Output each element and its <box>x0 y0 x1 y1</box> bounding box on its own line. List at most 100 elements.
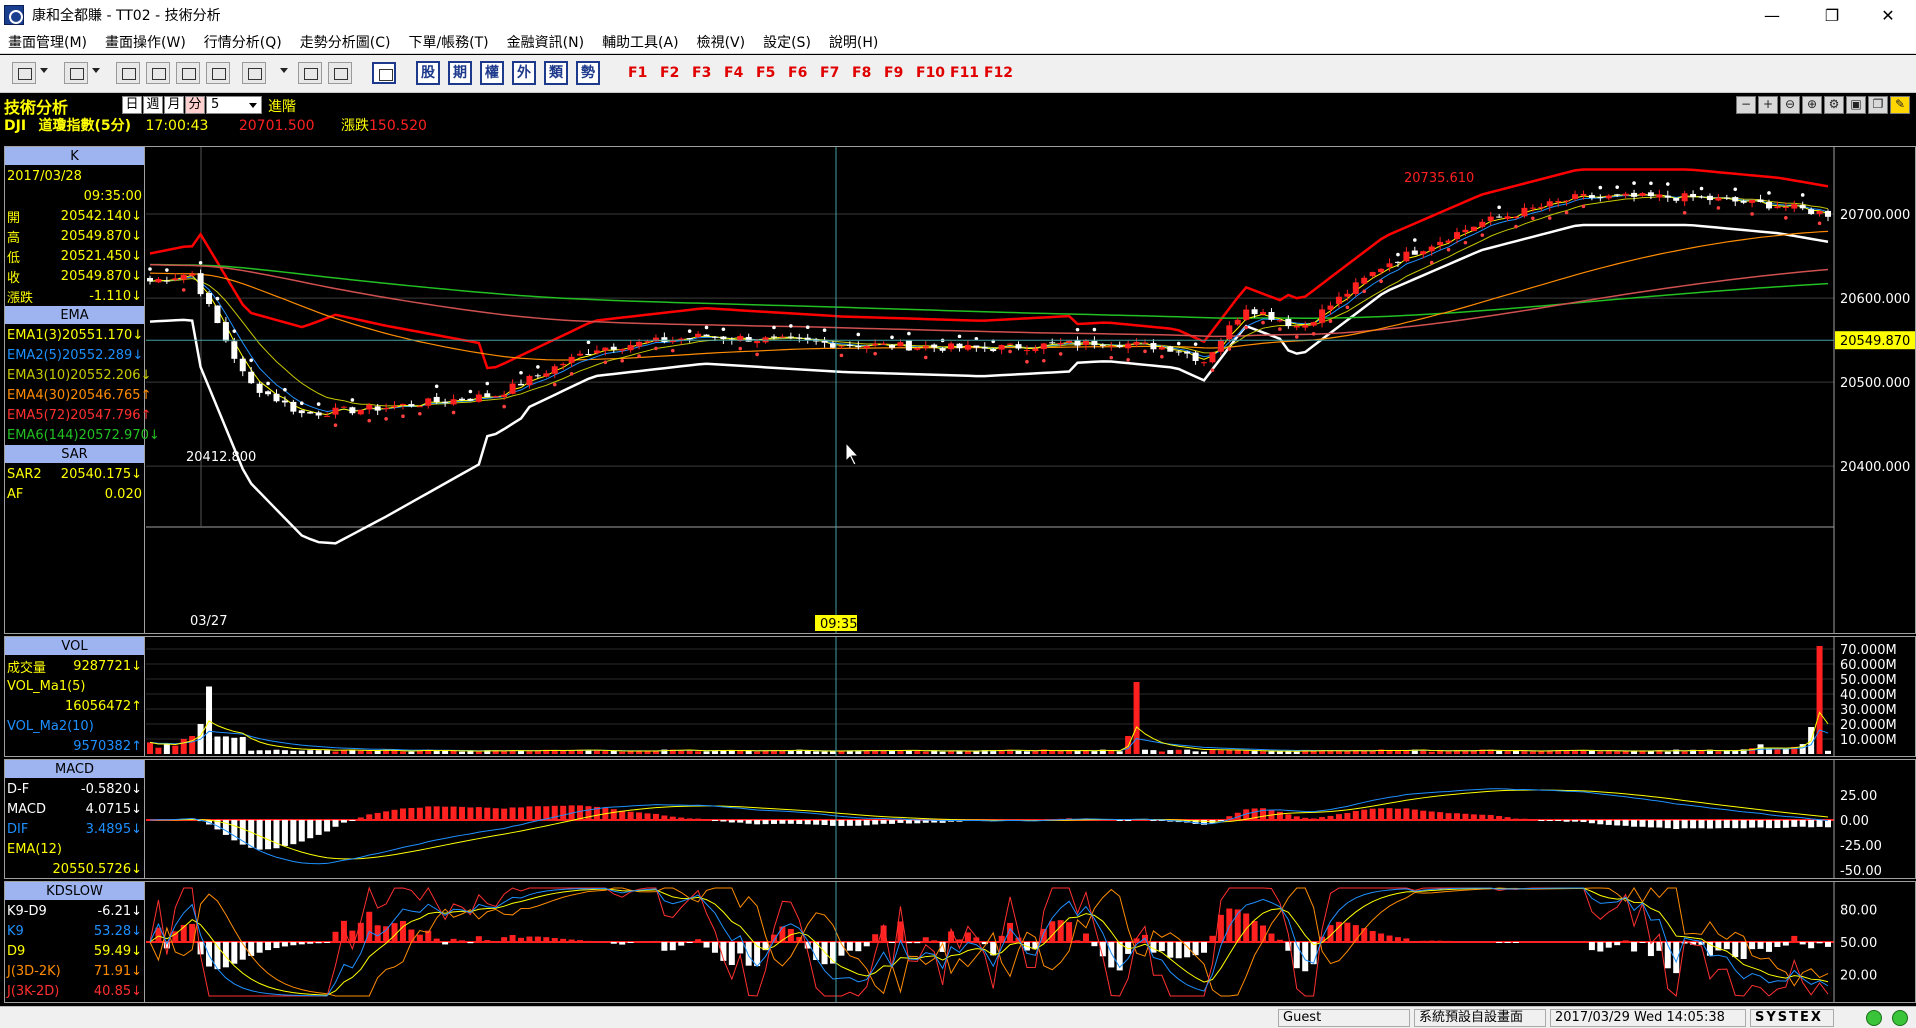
kd-histogram-bar <box>686 942 693 943</box>
menu-order-account[interactable]: 下單/帳務(T) <box>400 32 498 52</box>
futures-button[interactable]: 期 <box>448 61 472 85</box>
candle-body <box>1664 195 1671 198</box>
period-day-button[interactable]: 日 <box>122 96 142 114</box>
f1-button[interactable]: F1 <box>628 65 647 81</box>
vol-axis-label: 30.000M <box>1840 703 1897 718</box>
candle-body <box>1007 343 1014 345</box>
f4-button[interactable]: F4 <box>724 65 743 81</box>
macd-chart[interactable]: 25.00 0.00 -25.00 -50.00 <box>146 760 1916 878</box>
menu-financial-info[interactable]: 金融資訊(N) <box>499 32 594 52</box>
kd-histogram-bar <box>1428 940 1435 942</box>
macd-histogram-bar <box>1310 818 1317 820</box>
sar-dot <box>1649 181 1653 186</box>
advanced-button[interactable]: 進階 <box>268 96 296 116</box>
kd-histogram-bar <box>1555 941 1562 943</box>
f7-button[interactable]: F7 <box>820 65 839 81</box>
volume-bar <box>1293 751 1300 754</box>
period-minute-button[interactable]: 分 <box>185 96 205 114</box>
f10-button[interactable]: F10 <box>916 65 945 81</box>
vol-ma5-line <box>149 711 1829 752</box>
menu-screen-manage[interactable]: 畫面管理(M) <box>0 32 97 52</box>
link-icon[interactable] <box>298 62 322 84</box>
kd-histogram-bar <box>315 942 322 944</box>
sar-dot <box>283 387 287 392</box>
sar-dot <box>789 324 793 328</box>
candle-body <box>1386 263 1393 268</box>
f5-button[interactable]: F5 <box>756 65 775 81</box>
candle-body <box>973 345 980 348</box>
macd-histogram-bar <box>1563 820 1570 822</box>
settings-icon[interactable]: ⚙ <box>1824 96 1844 114</box>
f6-button[interactable]: F6 <box>788 65 807 81</box>
close-window-icon[interactable] <box>146 62 170 84</box>
zoom-out-icon[interactable]: − <box>1736 96 1756 114</box>
stock-button[interactable]: 股 <box>416 61 440 85</box>
vol-ma10-line <box>149 729 1829 752</box>
candle-body <box>779 336 786 338</box>
menu-trend-chart[interactable]: 走勢分析圖(C) <box>292 32 401 52</box>
menu-view[interactable]: 檢視(V) <box>689 32 756 52</box>
chevron-down-icon[interactable] <box>280 68 288 73</box>
zoom-icon[interactable] <box>116 62 140 84</box>
category-button[interactable]: 類 <box>544 61 568 85</box>
quote-line: DJI 道瓊指數(5分) 17:00:43 20701.500 漲跌150.52… <box>4 115 427 135</box>
interval-select[interactable]: 5 <box>206 96 262 114</box>
chevron-down-icon[interactable] <box>40 68 48 73</box>
period-week-button[interactable]: 週 <box>143 96 163 114</box>
price-chart[interactable]: 20700.000 20600.000 20500.000 20400.000 2073… <box>146 147 1916 633</box>
globe-icon[interactable] <box>242 62 266 84</box>
maximize-button[interactable]: ❐ <box>1800 0 1864 30</box>
chevron-down-icon[interactable] <box>92 68 100 73</box>
kd-row: J(3K-2D) 40.85↓ <box>5 981 144 1001</box>
volume-bar <box>155 747 162 754</box>
macd-histogram-bar <box>754 820 761 825</box>
options-button[interactable]: 權 <box>480 61 504 85</box>
candle-body <box>1580 193 1587 196</box>
f12-button[interactable]: F12 <box>984 65 1013 81</box>
kd-chart[interactable]: 80.00 50.00 20.00 <box>146 882 1916 1002</box>
restore-icon[interactable]: ❐ <box>1868 96 1888 114</box>
tool-icon[interactable]: ✎ <box>1890 96 1910 114</box>
zoom-in-icon[interactable]: + <box>1758 96 1778 114</box>
screen-layout-icon[interactable] <box>12 62 36 84</box>
menu-settings[interactable]: 設定(S) <box>755 32 821 52</box>
f11-button[interactable]: F11 <box>950 65 979 81</box>
minimize-button[interactable]: — <box>1740 0 1804 30</box>
volume-bar <box>695 751 702 754</box>
f9-button[interactable]: F9 <box>884 65 903 81</box>
f8-button[interactable]: F8 <box>852 65 871 81</box>
date-marker-label: 03/27 <box>190 614 227 629</box>
candle-body <box>340 406 347 408</box>
foreign-button[interactable]: 外 <box>512 61 536 85</box>
trend-button[interactable]: 勢 <box>576 61 600 85</box>
macd-histogram-bar <box>1808 820 1815 828</box>
menu-tools[interactable]: 輔助工具(A) <box>594 32 689 52</box>
candle-body <box>1302 325 1309 328</box>
kd-histogram-bar <box>1437 940 1444 942</box>
magnify-plus-icon[interactable]: ⊕ <box>1802 96 1822 114</box>
split-window-icon[interactable] <box>206 62 230 84</box>
close-button[interactable]: ✕ <box>1856 0 1916 30</box>
ohlc-label: 漲跌 <box>7 290 34 306</box>
menu-quote-analysis[interactable]: 行情分析(Q) <box>196 32 292 52</box>
candle-body <box>686 338 693 340</box>
save-icon[interactable]: ▣ <box>1846 96 1866 114</box>
print-icon[interactable] <box>64 62 88 84</box>
chart-window-icon[interactable] <box>328 62 352 84</box>
period-month-button[interactable]: 月 <box>164 96 184 114</box>
kd-histogram-bar <box>1158 942 1165 952</box>
kd-histogram-bar <box>1765 942 1772 952</box>
macd-histogram-bar <box>1276 811 1283 820</box>
macd-histogram-bar <box>1757 820 1764 828</box>
tile-window-icon[interactable] <box>176 62 200 84</box>
candle-body <box>332 407 339 415</box>
f2-button[interactable]: F2 <box>660 65 679 81</box>
volume-chart[interactable]: 70.000M60.000M50.000M40.000M30.000M20.00… <box>146 637 1916 756</box>
magnify-minus-icon[interactable]: ⊖ <box>1780 96 1800 114</box>
macd-histogram-bar <box>518 807 525 820</box>
quote-icon[interactable] <box>372 62 396 84</box>
menu-help[interactable]: 說明(H) <box>821 32 888 52</box>
f3-button[interactable]: F3 <box>692 65 711 81</box>
menu-screen-operate[interactable]: 畫面操作(W) <box>97 32 196 52</box>
macd-value: 4.0715↓ <box>85 801 142 817</box>
